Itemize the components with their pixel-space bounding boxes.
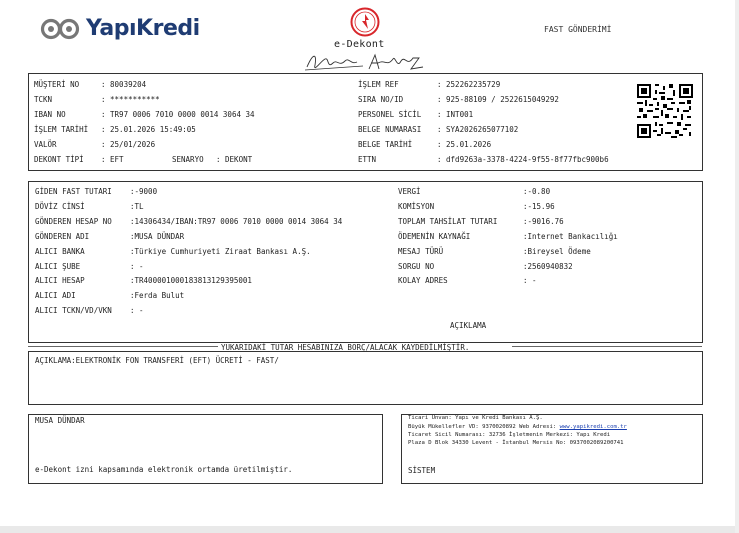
yapikredi-symbol-icon [40, 18, 80, 39]
field-label-odemenin-kaynagi: ÖDEMENİN KAYNAĞI [398, 232, 471, 241]
form-title: FAST GÖNDERİMİ [544, 25, 612, 34]
field-value-alici-banka: :Türkiye Cumhuriyeti Ziraat Bankası A.Ş. [130, 247, 311, 256]
field-value-belge-numarasi: : SYA2026265077102 [437, 125, 519, 134]
field-value-dekont-tipi: : EFT [101, 155, 124, 164]
field-value-iban: : TR97 0006 7010 0000 0014 3064 34 [101, 110, 255, 119]
page-bottom-strip [0, 526, 739, 533]
field-value-sira-no: : 925-88109 / 2522615049292 [437, 95, 559, 104]
field-label-dekont-tipi: DEKONT TİPİ [34, 155, 84, 164]
field-value-gonderen-adi: :MUSA DÜNDAR [130, 232, 185, 241]
aciklama-header: AÇIKLAMA [450, 321, 487, 330]
field-label-belge-tarihi: BELGE TARİHİ [358, 140, 413, 149]
field-label-islem-ref: İŞLEM REF [358, 80, 399, 89]
field-label-alici-sube: ALICI ŞUBE [35, 262, 81, 271]
dekont-page: YapıKredi e-Dekont FAST GÖNDERİMİ MÜŞTER… [0, 0, 739, 533]
caption-rule-right [512, 346, 702, 347]
field-label-toplam-tahsilat: TOPLAM TAHSİLAT TUTARI [398, 217, 498, 226]
field-label-islem-tarihi: İŞLEM TARİHİ [34, 125, 89, 134]
field-label-sorgu-no: SORGU NO [398, 262, 435, 271]
field-label-belge-numarasi: BELGE NUMARASI [358, 125, 422, 134]
field-value-tckn: : *********** [101, 95, 160, 104]
yapikredi-logo: YapıKredi [40, 16, 200, 41]
bank-info-line4: Plaza D Blok 34330 Levent - İstanbul Mer… [408, 440, 624, 446]
description-text: AÇIKLAMA:ELEKTRONİK FON TRANSFERİ (EFT) … [35, 356, 279, 365]
field-value-vergi: :-0.80 [523, 187, 551, 196]
field-value-senaryo: : DEKONT [216, 155, 253, 164]
field-value-kolay-adres: : - [523, 276, 537, 285]
field-value-valor: : 25/01/2026 [101, 140, 156, 149]
field-label-gonderen-hesap-no: GÖNDEREN HESAP NO [35, 217, 112, 226]
field-value-ettn: : dfd9263a-3378-4224-9f55-8f77fbc900b6 [437, 155, 609, 164]
field-value-belge-tarihi: : 25.01.2026 [437, 140, 492, 149]
field-label-iban: IBAN NO [34, 110, 66, 119]
signature-image [304, 53, 424, 71]
field-label-doviz-cinsi: DÖVİZ CİNSİ [35, 202, 85, 211]
field-value-personel-sicil: : INT001 [437, 110, 474, 119]
field-value-musteri-no: : 80039204 [101, 80, 147, 89]
field-value-doviz-cinsi: :TL [130, 202, 144, 211]
field-value-islem-tarihi: : 25.01.2026 15:49:05 [101, 125, 196, 134]
field-label-alici-banka: ALICI BANKA [35, 247, 85, 256]
field-value-sorgu-no: :2560940832 [523, 262, 573, 271]
bank-website-link[interactable]: www.yapikredi.com.tr [560, 424, 627, 430]
bank-info-line1: Ticari Unvan: Yapı ve Kredi Bankası A.Ş. [408, 415, 543, 421]
bank-info-line2: Büyük Mükellefler VD: 9370020892 Web Adr… [408, 424, 627, 431]
caption-rule-left [28, 346, 218, 347]
field-label-personel-sicil: PERSONEL SİCİL [358, 110, 422, 119]
field-label-alici-tckn: ALICI TCKN/VD/VKN [35, 306, 112, 315]
field-label-tckn: TCKN [34, 95, 53, 104]
field-label-valor: VALÖR [34, 140, 57, 149]
field-label-vergi: VERGİ [398, 187, 421, 196]
field-label-musteri-no: MÜŞTERİ NO [34, 80, 80, 89]
field-label-sira-no: SIRA NO/ID [358, 95, 404, 104]
bank-info-line2-prefix: Büyük Mükellefler VD: 9370020892 Web Adr… [408, 424, 560, 430]
field-value-alici-sube: : - [130, 262, 144, 271]
field-value-toplam-tahsilat: :-9016.76 [523, 217, 564, 226]
brand-name: YapıKredi [86, 16, 200, 41]
field-label-ettn: ETTN [358, 155, 377, 164]
field-value-mesaj-turu: :Bireysel Ödeme [523, 247, 591, 256]
field-value-gonderen-hesap-no: :14306434/IBAN:TR97 0006 7010 0000 0014 … [130, 217, 343, 226]
field-label-senaryo: SENARYO [172, 155, 204, 164]
system-label: SİSTEM [408, 466, 436, 475]
field-value-alici-adi: :Ferda Bulut [130, 291, 185, 300]
field-value-islem-ref: : 252262235729 [437, 80, 501, 89]
legal-note: e-Dekont izni kapsamında elektronik orta… [35, 465, 293, 474]
field-value-alici-hesap: :TR400001000183813129395001 [130, 276, 252, 285]
bank-emblem-icon [350, 7, 380, 37]
qr-code-image [637, 84, 693, 138]
field-label-komisyon: KOMİSYON [398, 202, 435, 211]
field-label-giden-fast-tutari: GİDEN FAST TUTARI [35, 187, 112, 196]
field-label-alici-adi: ALICI ADI [35, 291, 76, 300]
page-right-strip [735, 0, 739, 533]
bank-info-line3: Ticaret Sicil Numarası: 32736 İşletmenin… [408, 432, 611, 438]
field-label-alici-hesap: ALICI HESAP [35, 276, 85, 285]
customer-name: MUSA DÜNDAR [35, 416, 85, 425]
field-label-gonderen-adi: GÖNDEREN ADI [35, 232, 90, 241]
field-value-alici-tckn: : - [130, 306, 144, 315]
field-label-mesaj-turu: MESAJ TÜRÜ [398, 247, 444, 256]
field-label-kolay-adres: KOLAY ADRES [398, 276, 448, 285]
field-value-komisyon: :-15.96 [523, 202, 555, 211]
field-value-odemenin-kaynagi: :Internet Bankacılığı [523, 232, 618, 241]
field-value-giden-fast-tutari: :-9000 [130, 187, 158, 196]
